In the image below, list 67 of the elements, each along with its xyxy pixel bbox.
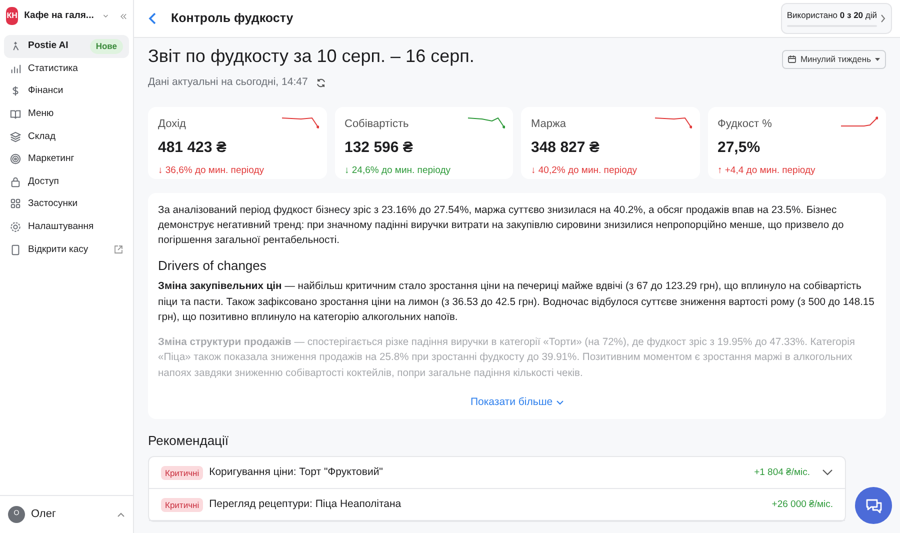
- sidebar-item[interactable]: Фінанси: [4, 80, 129, 103]
- sidebar-item[interactable]: Статистика: [4, 58, 129, 80]
- saving-value: +26 000 ₴/міс.: [772, 498, 833, 512]
- summary-paragraph: За аналізований період фудкост бізнесу зріс з 23.16% до 27.54%, маржа суттєво знизилася на 40.2%, а обсяг продажів впав на 23.5%. Бізнес демонструє негативний тренд: при значному падінні виручки витрати на закупівлю сировини знизилися непропорційно менше, що призвело до погіршення загальної рентабельності.: [158, 204, 845, 248]
- metric-label: Собівартість: [344, 116, 410, 132]
- chevron-down-icon: [556, 400, 564, 405]
- org-avatar: КН: [6, 7, 18, 25]
- metric-label: Фудкост %: [718, 116, 773, 132]
- metric-value: 132 596 ₴: [344, 138, 414, 158]
- metric-label: Дохід: [158, 116, 187, 132]
- updated-text: Дані актуальні на сьогодні, 14:47: [148, 74, 308, 90]
- period-dropdown[interactable]: Минулий тиждень: [782, 50, 886, 69]
- book-icon: [10, 108, 21, 120]
- lock-icon: [10, 176, 21, 188]
- collapse-icon[interactable]: [120, 12, 127, 20]
- page-title: Контроль фудкосту: [171, 10, 294, 28]
- report-title: Звіт по фудкосту за 10 серп. – 16 серп.: [148, 46, 474, 68]
- critical-tag: Критичні: [161, 466, 204, 480]
- metric-change: ↓ 36,6% до мин. періоду: [158, 164, 265, 178]
- metric-value: 348 827 ₴: [531, 138, 600, 158]
- tablet-icon: [10, 244, 21, 256]
- caret-icon: [875, 58, 880, 61]
- sidebar-item[interactable]: Налаштування: [4, 216, 129, 238]
- sidebar-item[interactable]: Postie AI Нове: [4, 35, 129, 58]
- metric-change: ↓ 24,6% до мин. періоду: [344, 164, 452, 178]
- recommendations-heading: Рекомендації: [148, 432, 230, 448]
- recommendation-title: Перегляд рецептури: Піца Неаполітана: [209, 497, 402, 512]
- user-name[interactable]: Олег: [31, 506, 56, 523]
- recommendation-title: Коригування ціни: Торт "Фруктовий": [209, 465, 383, 480]
- critical-tag: Критичні: [161, 498, 204, 512]
- bar-chart-icon: [10, 62, 21, 75]
- chevron-up-icon[interactable]: [117, 512, 125, 518]
- caret-icon[interactable]: [102, 13, 108, 19]
- sidebar-item[interactable]: Доступ: [4, 170, 129, 194]
- metric-value: 481 423 ₴: [158, 138, 228, 158]
- calendar-icon: [788, 55, 796, 64]
- sidebar-item[interactable]: Відкрити касу: [4, 238, 129, 261]
- layers-icon: [10, 130, 21, 143]
- chevron-down-icon[interactable]: [822, 469, 833, 476]
- back-icon[interactable]: [148, 12, 157, 25]
- recommendation-row[interactable]: Критичні Коригування ціни: Торт "Фруктовий" +1 804 ₴/міс.: [149, 457, 845, 490]
- metric-value: 27,5%: [718, 138, 762, 158]
- new-badge: Нове: [90, 38, 123, 54]
- chevron-right-icon: [880, 14, 886, 22]
- summary-paragraph: Зміна закупівельних цін — найбільш критичним стало зростання ціни на печериці майже вдвічі (з 67 до 123.29 грн), що вплинуло на собівартість піци та пасти. Також зафіксовано зростання ціни на лимон (з 36.53 до 42.5 грн). Водночас відбулося суттєве зниження вартості рому (з 500 до 148.15 грн), що позитивно вплинуло на категорію алкогольних напоїв.: [158, 280, 876, 326]
- sidebar-item[interactable]: Склад: [4, 125, 129, 148]
- grid-icon: [10, 198, 21, 210]
- usage-counter[interactable]: Використано 0 з 20 дій: [780, 2, 892, 34]
- metric-change: ↓ 40,2% до мин. періоду: [531, 164, 638, 178]
- sidebar-item[interactable]: Маркетинг: [4, 148, 129, 171]
- summary-paragraph: Зміна структури продажів — спостерігається різке падіння виручки в категорії «Торти» (на 72%), де фудкост зріс з 19.95% до 47.33%. Категорія «Піца» також показала зниження продажів на 25.8% при зростанні фудкосту до 39.91%. Позитивним моментом є зростання маржі в алкогольних напоях завдяки зниженню собівартості коктейлів, попри загальне падіння кількості чеків.: [158, 336, 856, 381]
- dollar-icon: [10, 85, 21, 98]
- section-heading: Drivers of changes: [158, 258, 268, 274]
- org-name[interactable]: Кафе на галя...: [24, 8, 94, 24]
- metric-change: ↑ +4,4 до мин. періоду: [718, 164, 816, 178]
- target-icon: [10, 153, 21, 166]
- refresh-icon[interactable]: [316, 78, 326, 88]
- usage-text: Використано 0 з 20 дій: [786, 8, 877, 22]
- sidebar-item[interactable]: Застосунки: [4, 193, 129, 216]
- recommendation-row[interactable]: Критичні Перегляд рецептури: Піца Неаполітана +26 000 ₴/міс.: [149, 489, 845, 522]
- show-more-link[interactable]: Показати більше: [470, 396, 564, 408]
- chat-button[interactable]: [855, 487, 892, 524]
- chat-icon: [864, 496, 882, 514]
- saving-value: +1 804 ₴/міс.: [754, 466, 810, 480]
- sidebar-item[interactable]: Меню: [4, 102, 129, 126]
- metric-label: Маржа: [531, 116, 567, 132]
- gear-icon: [10, 221, 21, 234]
